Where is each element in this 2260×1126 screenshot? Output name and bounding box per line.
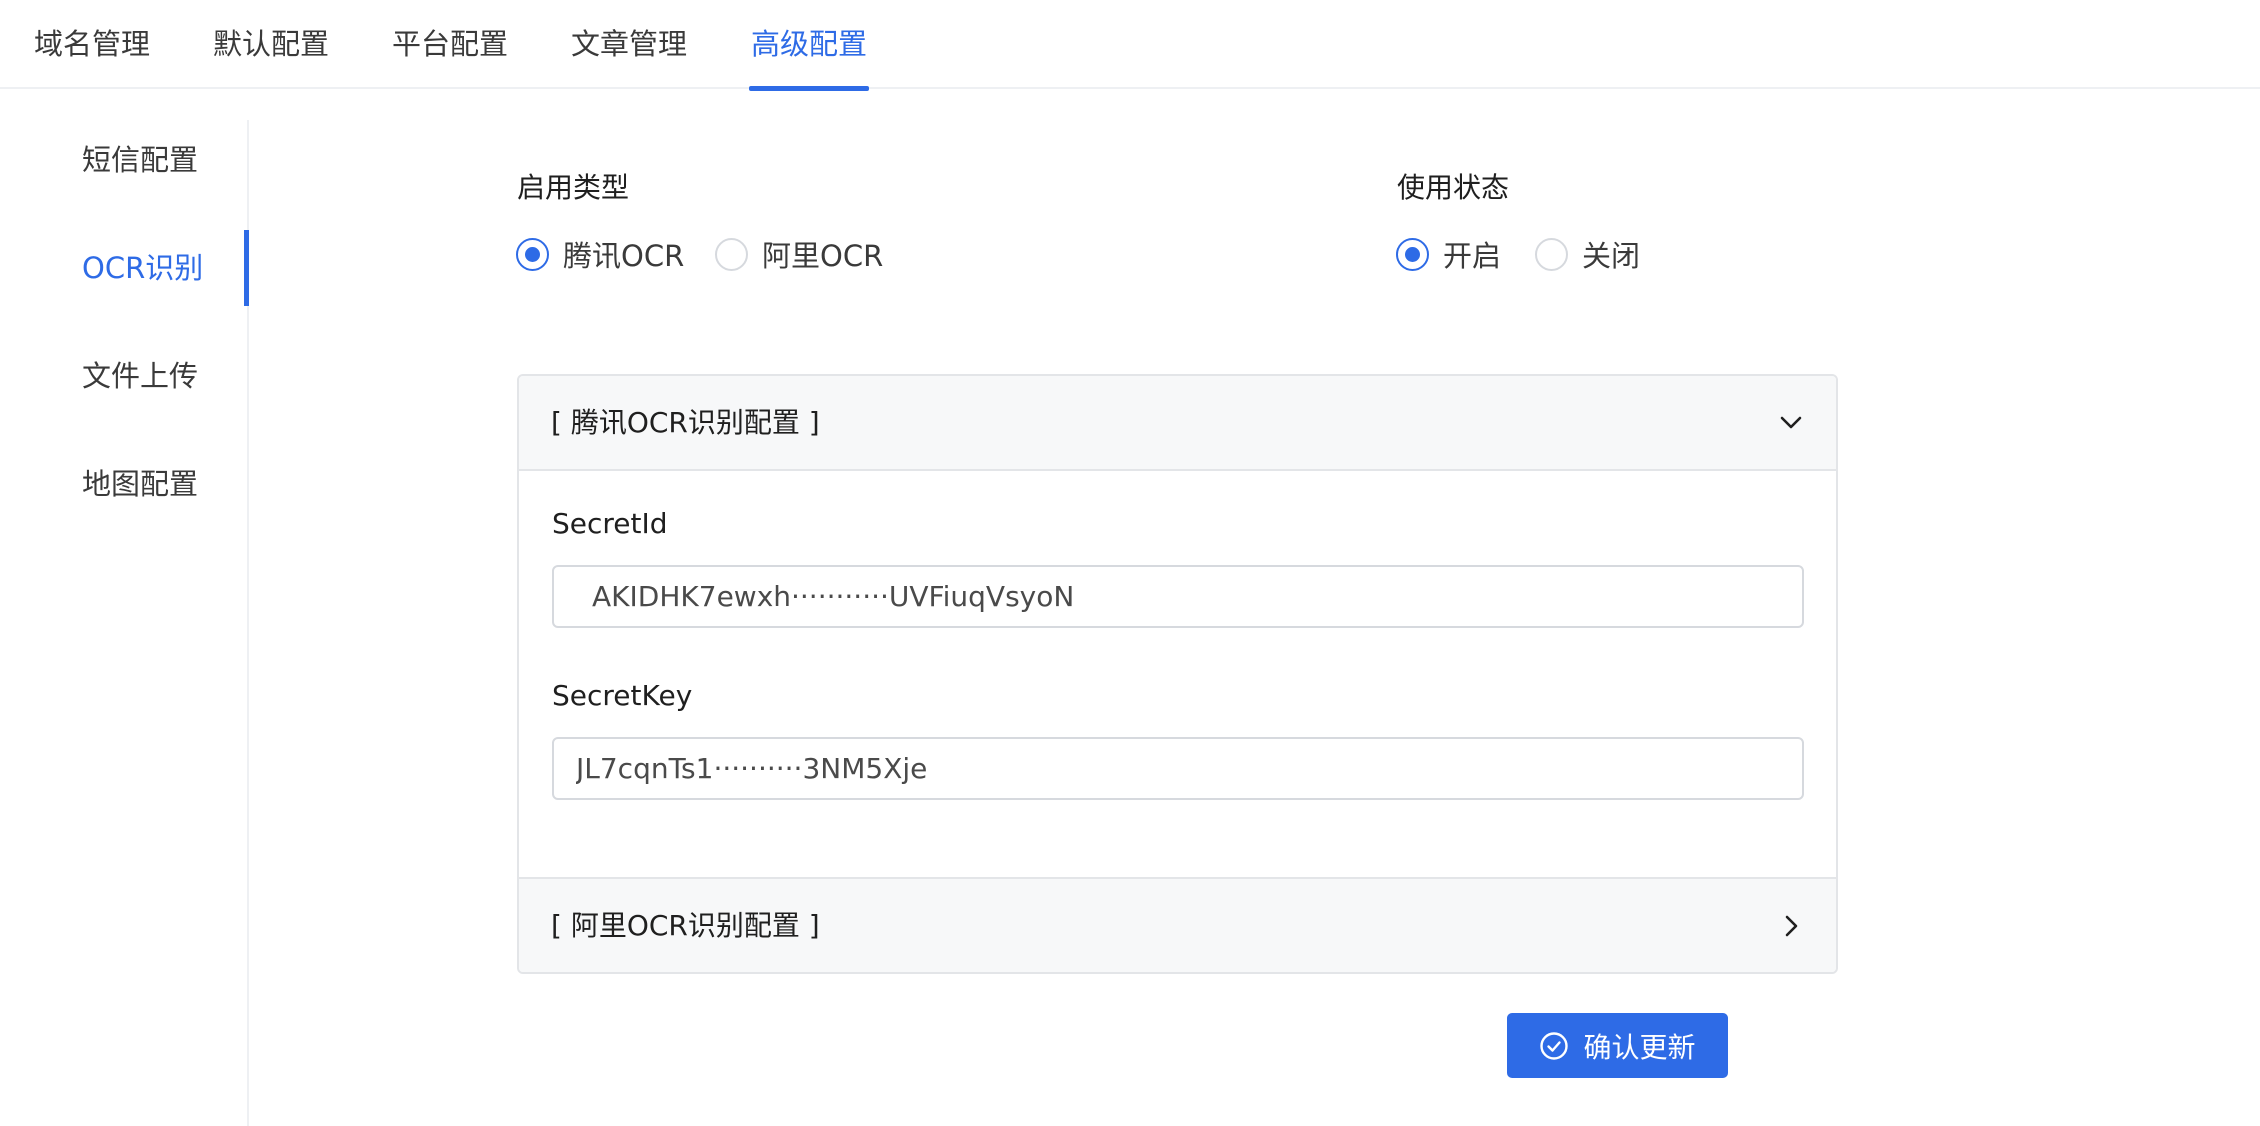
tab-domain-management[interactable]: 域名管理 <box>34 0 150 89</box>
confirm-update-button[interactable]: 确认更新 <box>1507 1013 1728 1078</box>
chevron-down-icon <box>1780 416 1802 429</box>
radio-checked-icon <box>516 237 549 271</box>
tab-article-management[interactable]: 文章管理 <box>571 0 687 89</box>
enable-type-label: 启用类型 <box>517 171 630 204</box>
radio-label: 开启 <box>1443 239 1502 273</box>
status-label: 使用状态 <box>1397 171 1510 204</box>
radio-checked-icon <box>1396 237 1429 271</box>
check-circle-icon <box>1540 1031 1569 1060</box>
radio-unchecked-icon <box>715 237 748 271</box>
secret-id-input[interactable] <box>552 565 1804 628</box>
radio-status-on[interactable]: 开启 <box>1396 234 1501 274</box>
secret-key-input[interactable] <box>552 737 1804 800</box>
side-nav: 短信配置 OCR识别 文件上传 地图配置 <box>0 120 249 1126</box>
radio-label: 腾讯OCR <box>563 239 685 273</box>
radio-unchecked-icon <box>1535 237 1568 271</box>
side-active-indicator <box>244 230 249 306</box>
secret-id-label: SecretId <box>552 507 668 540</box>
tab-advanced-config[interactable]: 高级配置 <box>748 0 870 91</box>
secret-key-label: SecretKey <box>552 679 693 712</box>
tab-default-config[interactable]: 默认配置 <box>213 0 329 89</box>
side-item-sms-config[interactable]: 短信配置 <box>82 122 198 198</box>
radio-tencent-ocr[interactable]: 腾讯OCR <box>516 234 684 274</box>
top-tab-bar: 域名管理 默认配置 平台配置 文章管理 高级配置 <box>0 0 2260 91</box>
chevron-right-icon <box>1785 915 1798 937</box>
side-item-ocr[interactable]: OCR识别 <box>82 230 203 306</box>
ocr-config-collapse: [ 腾讯OCR识别配置 ] SecretId SecretKey [ 阿里OCR… <box>517 374 1838 974</box>
side-item-file-upload[interactable]: 文件上传 <box>82 338 198 414</box>
radio-label: 关闭 <box>1582 239 1641 273</box>
confirm-update-label: 确认更新 <box>1583 1030 1696 1064</box>
panel-body-tencent: SecretId SecretKey <box>519 469 1836 879</box>
radio-status-off[interactable]: 关闭 <box>1535 234 1640 274</box>
panel-title-tencent: [ 腾讯OCR识别配置 ] <box>551 406 820 439</box>
panel-header-aliyun[interactable]: [ 阿里OCR识别配置 ] <box>519 879 1836 972</box>
panel-title-aliyun: [ 阿里OCR识别配置 ] <box>551 909 820 942</box>
panel-header-tencent[interactable]: [ 腾讯OCR识别配置 ] <box>519 376 1836 469</box>
side-item-map-config[interactable]: 地图配置 <box>82 446 198 522</box>
radio-label: 阿里OCR <box>762 239 884 273</box>
radio-aliyun-ocr[interactable]: 阿里OCR <box>715 234 883 274</box>
tab-platform-config[interactable]: 平台配置 <box>392 0 508 89</box>
